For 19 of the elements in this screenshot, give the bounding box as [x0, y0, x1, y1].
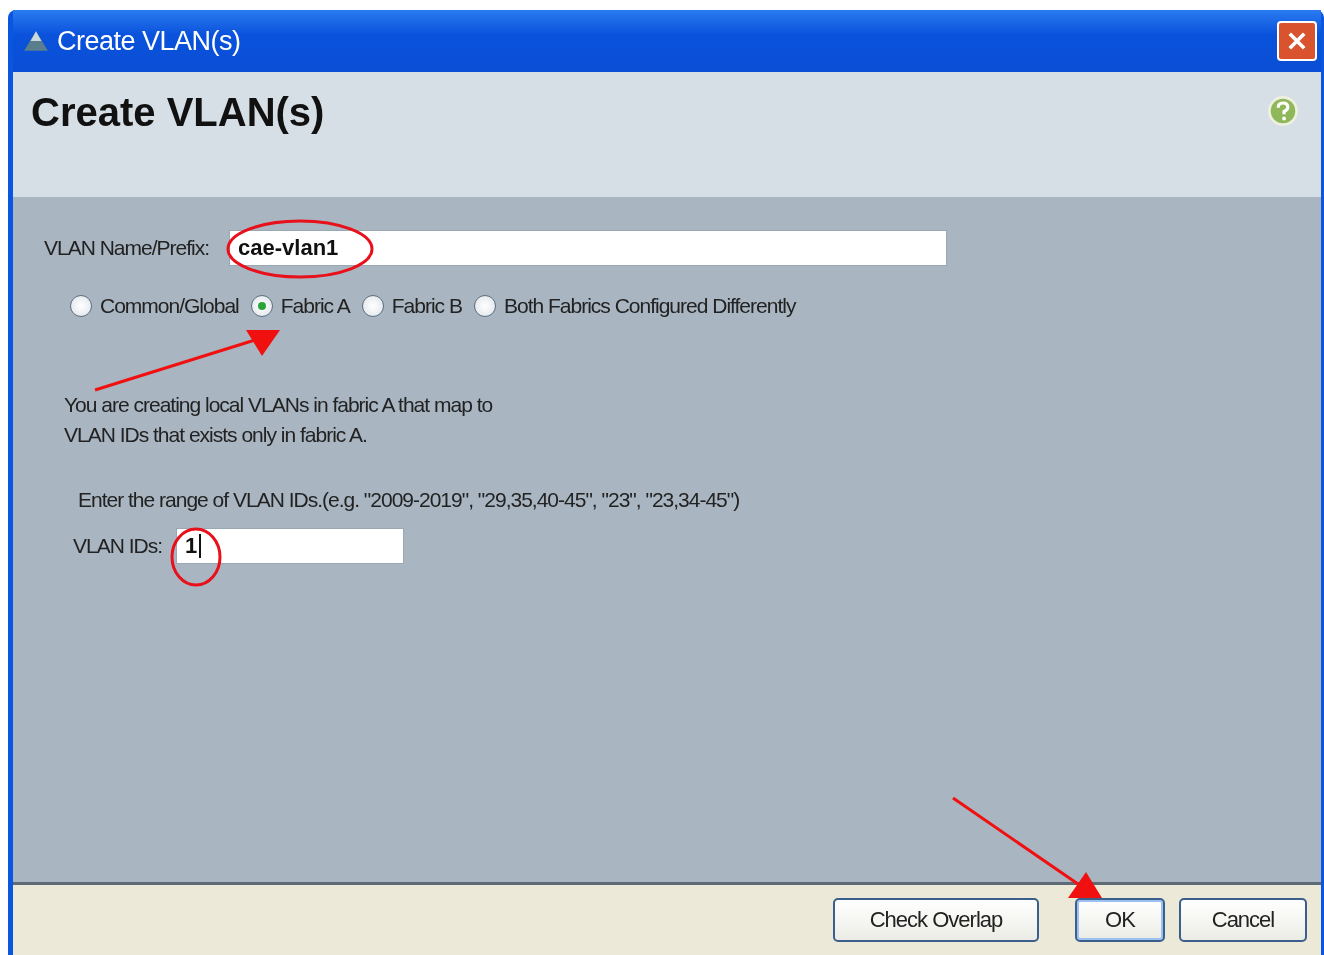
- range-hint: Enter the range of VLAN IDs.(e.g. "2009-2019", "29,35,40-45", "23", "23,34-45"): [78, 488, 741, 512]
- help-icon[interactable]: [1267, 95, 1299, 127]
- dialog-button[interactable]: Cancel: [1179, 898, 1307, 942]
- name-input[interactable]: cae-vlan1: [229, 230, 948, 266]
- dialog-button[interactable]: Check Overlap: [833, 898, 1039, 942]
- description-text: You are creating local VLANs in fabric A that map to VLAN IDs that exists only in fabric A.: [64, 392, 494, 448]
- window-title: Create VLAN(s): [57, 25, 242, 57]
- radio-option[interactable]: Fabric B: [361, 294, 462, 318]
- callout-ellipse: [170, 527, 222, 587]
- dialog-button[interactable]: OK: [1075, 898, 1165, 942]
- radio-option[interactable]: Common/Global: [70, 294, 239, 318]
- field-label: VLAN IDs:: [73, 534, 163, 558]
- close-button[interactable]: [1277, 21, 1317, 61]
- vlan-ids-input[interactable]: 1: [176, 528, 405, 564]
- radio-option[interactable]: Both Fabrics Configured Differently: [473, 294, 796, 318]
- triangle-icon: [23, 30, 49, 52]
- field-label: VLAN Name/Prefix:: [44, 236, 210, 260]
- dialog-heading: Create VLAN(s): [31, 90, 325, 135]
- radio-option[interactable]: Fabric A: [250, 294, 350, 318]
